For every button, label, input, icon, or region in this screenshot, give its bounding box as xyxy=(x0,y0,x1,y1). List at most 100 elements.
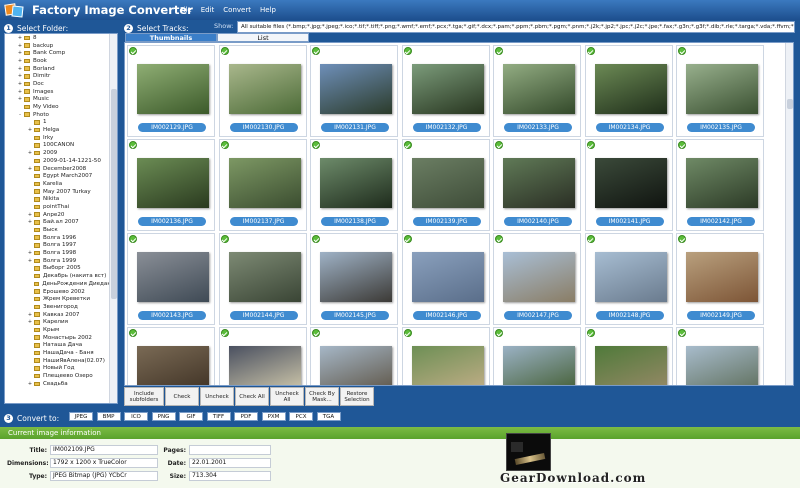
checked-icon[interactable] xyxy=(586,329,595,337)
folder-tree[interactable]: +8 + backup + Bank Comp + Book + Borland + Dimitr +… xyxy=(4,33,118,404)
checked-icon[interactable] xyxy=(586,141,595,149)
expand-toggle-icon[interactable]: + xyxy=(27,312,33,318)
expand-toggle-icon[interactable]: + xyxy=(17,73,23,79)
thumbnail-item[interactable]: IM002137.JPG xyxy=(218,139,307,231)
folder-item[interactable]: + December2008 xyxy=(5,165,111,173)
checked-icon[interactable] xyxy=(312,141,320,149)
checked-icon[interactable] xyxy=(678,47,686,55)
folder-item[interactable]: +8 xyxy=(5,34,111,42)
folder-item[interactable]: 100CANON xyxy=(5,142,111,150)
folder-item[interactable]: Звенигород xyxy=(5,303,111,311)
checked-icon[interactable] xyxy=(312,329,320,337)
folder-item[interactable]: + Images xyxy=(5,88,111,96)
folder-item[interactable]: + Doc xyxy=(5,80,111,88)
thumbnail-item[interactable]: IM002149.JPG xyxy=(676,233,764,325)
thumbnail-item[interactable]: IM002152.JPG xyxy=(310,327,398,385)
thumbnail-item[interactable]: IM002139.JPG xyxy=(401,139,490,231)
format-button-ico[interactable]: ICO xyxy=(124,412,148,421)
expand-toggle-icon[interactable]: + xyxy=(17,81,23,87)
folder-item[interactable]: + Карелия xyxy=(5,318,111,326)
expand-toggle-icon[interactable]: + xyxy=(27,212,33,218)
folder-item[interactable]: + Волга 1999 xyxy=(5,257,111,265)
thumbnail-item[interactable]: IM002138.JPG xyxy=(310,139,398,231)
checked-icon[interactable] xyxy=(678,141,686,149)
thumbnail-item[interactable]: IM002151.JPG xyxy=(218,327,307,385)
checked-icon[interactable] xyxy=(678,329,686,337)
menu-edit[interactable]: Edit xyxy=(201,6,215,14)
checked-icon[interactable] xyxy=(586,235,595,243)
checked-icon[interactable] xyxy=(129,235,137,243)
expand-toggle-icon[interactable]: + xyxy=(27,319,33,325)
folder-item[interactable]: Крым xyxy=(5,326,111,334)
folder-item[interactable]: May 2007 Turkay xyxy=(5,188,111,196)
thumbnail-item[interactable]: IM002144.JPG xyxy=(218,233,307,325)
expand-toggle-icon[interactable]: + xyxy=(27,166,33,172)
check-by-mask-button[interactable]: Check By Mask... xyxy=(305,387,339,406)
expand-toggle-icon[interactable]: + xyxy=(27,381,33,387)
thumbnail-item[interactable]: IM002147.JPG xyxy=(493,233,581,325)
expand-toggle-icon[interactable]: + xyxy=(17,43,23,49)
checked-icon[interactable] xyxy=(220,235,229,243)
checked-icon[interactable] xyxy=(129,47,137,55)
format-button-gif[interactable]: GIF xyxy=(179,412,203,421)
thumbnail-scrollbar-thumb[interactable] xyxy=(787,99,793,109)
expand-toggle-icon[interactable]: + xyxy=(17,50,23,56)
folder-item[interactable]: My Video xyxy=(5,103,111,111)
thumbnail-item[interactable]: IM002129.JPG xyxy=(127,45,215,137)
check-all-button[interactable]: Check All xyxy=(235,387,269,406)
checked-icon[interactable] xyxy=(495,47,503,55)
checked-icon[interactable] xyxy=(312,235,320,243)
thumbnail-item[interactable]: IM002132.JPG xyxy=(401,45,490,137)
folder-item[interactable]: НашиЯвАлена(02.07) xyxy=(5,357,111,365)
thumbnail-item[interactable]: IM002145.JPG xyxy=(310,233,398,325)
format-button-tga[interactable]: TGA xyxy=(316,412,341,421)
folder-item[interactable]: + Book xyxy=(5,57,111,65)
folder-item[interactable]: +2009 xyxy=(5,149,111,157)
folder-item[interactable]: Жрем Креветки xyxy=(5,295,111,303)
folder-item[interactable]: Волга 1997 xyxy=(5,242,111,250)
tab-thumbnails[interactable]: Thumbnails xyxy=(125,33,217,42)
tree-scrollbar[interactable] xyxy=(109,34,117,403)
expand-toggle-icon[interactable]: + xyxy=(27,250,33,256)
folder-item[interactable]: Монастырь 2002 xyxy=(5,334,111,342)
checked-icon[interactable] xyxy=(129,329,137,337)
folder-item[interactable]: + Borland xyxy=(5,65,111,73)
folder-item[interactable]: + Helga xyxy=(5,126,111,134)
checked-icon[interactable] xyxy=(403,235,412,243)
folder-item[interactable]: + Бай.ал 2007 xyxy=(5,219,111,227)
folder-item[interactable]: Новый Год xyxy=(5,365,111,373)
thumbnail-item[interactable]: IM002141.JPG xyxy=(584,139,673,231)
folder-item[interactable]: pointThai xyxy=(5,203,111,211)
folder-item[interactable]: + Кавказ 2007 xyxy=(5,311,111,319)
folder-item[interactable]: ДеньРождения Диедан xyxy=(5,280,111,288)
folder-item[interactable]: Irky xyxy=(5,134,111,142)
menu-help[interactable]: Help xyxy=(260,6,276,14)
folder-item[interactable]: Karelia xyxy=(5,180,111,188)
checked-icon[interactable] xyxy=(220,329,229,337)
checked-icon[interactable] xyxy=(220,141,229,149)
menu-file[interactable]: File xyxy=(180,6,192,14)
tab-list[interactable]: List xyxy=(217,33,309,42)
checked-icon[interactable] xyxy=(403,329,412,337)
folder-item[interactable]: Nikita xyxy=(5,195,111,203)
thumbnail-item[interactable]: IM002156.JPG xyxy=(676,327,764,385)
uncheck-button[interactable]: Uncheck xyxy=(200,387,234,406)
folder-item[interactable]: + Свадьба xyxy=(5,380,111,388)
restore-selection-button[interactable]: Restore Selection xyxy=(340,387,374,406)
uncheck-all-button[interactable]: Uncheck All xyxy=(270,387,304,406)
checked-icon[interactable] xyxy=(678,235,686,243)
folder-item[interactable]: 1 xyxy=(5,119,111,127)
folder-item[interactable]: Декабрь (накита вст) xyxy=(5,272,111,280)
checked-icon[interactable] xyxy=(403,141,412,149)
thumbnail-item[interactable]: IM002146.JPG xyxy=(401,233,490,325)
checked-icon[interactable] xyxy=(495,329,503,337)
folder-item[interactable]: Наташа Дача xyxy=(5,342,111,350)
checked-icon[interactable] xyxy=(129,141,137,149)
thumbnail-item[interactable]: IM002135.JPG xyxy=(676,45,764,137)
thumbnail-item[interactable]: IM002154.JPG xyxy=(493,327,581,385)
include-subfolders-button[interactable]: Include subfolders xyxy=(124,387,164,406)
folder-item[interactable]: - Photo xyxy=(5,111,111,119)
folder-item[interactable]: + Волга 1998 xyxy=(5,249,111,257)
format-button-png[interactable]: PNG xyxy=(151,412,176,421)
folder-item[interactable]: Bыск xyxy=(5,226,111,234)
